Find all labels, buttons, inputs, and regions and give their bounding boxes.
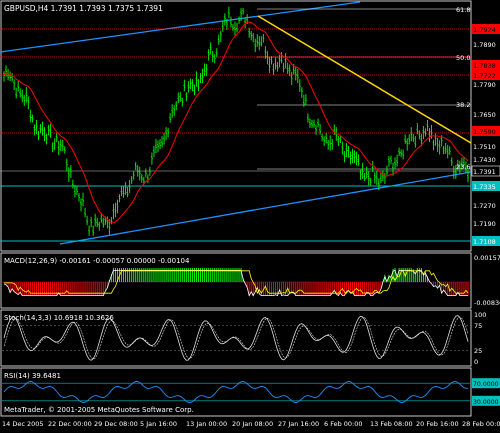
chart-title: GBPUSD,H4 1.7391 1.7393 1.7375 1.7391 [4, 4, 163, 13]
time-axis-label: 6 Feb 00:00 [324, 420, 363, 428]
price-label-red: 1.7838 [472, 60, 500, 70]
price-label-text: 1.7838 [473, 62, 496, 70]
price-label-fib: 50.0 [456, 54, 470, 62]
macd-label: MACD(12,26,9) -0.00161 -0.00057 0.00000 … [4, 257, 190, 265]
price-label-text: 1.7391 [473, 168, 496, 176]
stoch-scale-75: 75 [474, 322, 482, 330]
chart-window: 70.0000 30.0000 61.8 1.7924 1.7890 50.0 1.783… [0, 0, 500, 429]
stoch-scale-0: 0 [474, 358, 478, 366]
price-label-plain: 1.7430 [473, 156, 496, 164]
price-label-text: 23.6 [456, 163, 470, 171]
price-label-red: 1.7722 [472, 70, 500, 80]
price-label-text: 1.7650 [473, 111, 496, 119]
rsi-scale-label: 70.0000 [472, 378, 500, 389]
copyright-text: MetaTrader, © 2001-2005 MetaQuotes Softw… [4, 406, 194, 414]
rsi-scale-text: 30.0000 [473, 399, 499, 406]
time-axis-label: 27 Jan 16:00 [278, 420, 319, 428]
macd-scale-bottom: -0.00836 [474, 299, 500, 307]
time-axis-label: 29 Dec 08:00 [94, 420, 138, 428]
price-label-plain: 1.7650 [473, 111, 496, 119]
macd-scale-top: 0.00157 [474, 254, 500, 262]
time-axis-label: 20 Feb 16:00 [416, 420, 459, 428]
price-label-plain: 1.7790 [473, 81, 496, 89]
time-axis-label: 22 Dec 00:00 [48, 420, 92, 428]
price-label-text: 1.7270 [473, 202, 496, 210]
price-label-text: 50.0 [456, 54, 470, 62]
price-label-text: 1.7510 [473, 143, 496, 151]
price-label-text: 1.7722 [473, 72, 496, 80]
time-axis-label: 14 Dec 2005 [2, 420, 44, 428]
chart-canvas: 70.0000 30.0000 61.8 1.7924 1.789050.01.783… [0, 0, 500, 428]
price-label-text: 1.7790 [473, 81, 496, 89]
stoch-scale-25: 25 [474, 347, 482, 355]
price-label-text: 1.7890 [473, 41, 496, 49]
price-label-text: 1.7924 [473, 26, 496, 34]
price-label-text: 1.7108 [473, 238, 496, 246]
stoch-scale-100: 100 [474, 311, 486, 319]
stoch-label: Stoch(14,3,3) 10.6918 10.3626 [4, 314, 114, 322]
price-label-cyan: 1.7108 [472, 236, 500, 246]
price-label-plain: 1.7510 [473, 143, 496, 151]
price-label-red: 1.7924 [472, 24, 500, 34]
time-axis-label: 13 Jan 00:00 [186, 420, 227, 428]
price-label-text: 38.2 [456, 101, 470, 109]
price-label-text: 1.7190 [473, 220, 496, 228]
price-label-red: 1.7590 [472, 126, 500, 136]
price-label-cyan: 1.7335 [472, 181, 500, 191]
price-label-fib: 38.2 [456, 101, 470, 109]
rsi-scale-label: 30.0000 [472, 395, 500, 406]
time-axis-label: 5 Jan 16:00 [140, 420, 177, 428]
price-label-text: 61.8 [456, 6, 470, 14]
price-label-text: 1.7335 [473, 183, 496, 191]
price-label-plain: 1.7270 [473, 202, 496, 210]
rsi-label: RSI(14) 39.6481 [4, 372, 61, 380]
price-label-plain: 1.7190 [473, 220, 496, 228]
price-label-text: 1.7590 [473, 128, 496, 136]
price-label-fib: 61.8 [456, 6, 470, 14]
time-axis-label: 13 Feb 08:00 [370, 420, 413, 428]
price-label-current: 1.7391 [471, 165, 500, 177]
price-label-text: 1.7430 [473, 156, 496, 164]
rsi-scale-text: 70.0000 [473, 381, 499, 388]
price-label-fib: 23.6 [456, 163, 470, 171]
time-axis-label: 28 Feb 00:00 [462, 420, 500, 428]
price-label-plain: 1.7890 [473, 41, 496, 49]
time-axis-label: 20 Jan 08:00 [232, 420, 273, 428]
